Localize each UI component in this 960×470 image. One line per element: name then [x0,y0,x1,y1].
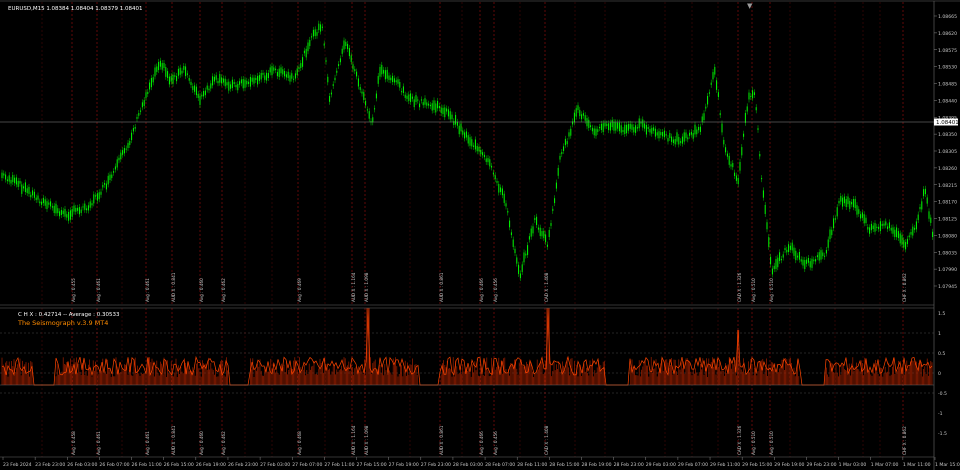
event-label-bottom: Avg : 0.460 [199,431,204,455]
time-axis-label: 27 Feb 11:00 [324,462,354,468]
price-axis-label: 1.08080 [938,233,957,239]
time-axis-label: 29 Feb 15:00 [742,462,772,468]
indicator-level-label: 1 [938,331,941,337]
event-label-top: Avg : 0.456 [493,278,498,302]
time-axis-label: 27 Feb 03:00 [260,462,290,468]
indicator-level-label: -0.5 [938,391,947,397]
time-axis-label: 27 Feb 07:00 [292,462,322,468]
seismograph-histogram [0,307,934,386]
price-axis-label: 1.08575 [938,48,957,54]
event-label-bottom: Avg : 0.461 [96,431,101,455]
price-axis-label: 1.08215 [938,183,957,189]
indicator-level-label: -1 [938,411,943,417]
event-label-bottom: AUD X : 1.098 [364,425,369,455]
current-price-label: 1.08401 [936,120,959,126]
event-label-top: Avg : 0.461 [145,278,150,302]
indicator-level-label: 0 [938,371,941,377]
event-label-top: AUD X : 1.098 [364,272,369,302]
time-axis-label: 26 Feb 03:00 [67,462,97,468]
event-label-bottom: Avg : 0.510 [769,431,774,455]
trading-chart[interactable]: Avg : 0.455 Avg : 0.458 Avg : 0.461 Avg : 0… [0,0,960,470]
time-axis-label: 26 Feb 11:00 [132,462,162,468]
event-label-top: CAD X : 1.326 [737,272,742,302]
indicator-title: The Seismograph v.3.9 MT4 [17,319,108,327]
time-axis-label: 28 Feb 23:00 [614,462,644,468]
event-label-bottom: Avg : 0.458 [71,431,76,455]
indicator-header: C H X : 0.42714 -- Average : 0.30533 [18,312,120,318]
price-axis-label: 1.08620 [938,31,957,37]
price-axis-label: 1.08485 [938,82,957,88]
time-axis-label: 27 Feb 19:00 [389,462,419,468]
time-axis-label: 28 Feb 03:00 [453,462,483,468]
event-label-top: CHF X : 0.862 [902,273,907,302]
time-axis-label: 27 Feb 15:00 [357,462,387,468]
event-label-top: Avg : 0.462 [221,278,226,302]
indicator-level-label: 0.5 [938,351,945,357]
time-axis-label: 29 Feb 11:00 [710,462,740,468]
price-axis-label: 1.08170 [938,200,957,206]
event-label-top: Avg : 0.455 [71,278,76,302]
price-axis-label: 1.08440 [938,98,957,104]
event-label-bottom: CAD X : 1.408 [544,425,549,455]
price-axis-label: 1.07990 [938,267,957,273]
time-axis-label: 29 Feb 23:00 [806,462,836,468]
shift-marker-icon[interactable]: ▼ [747,2,753,10]
event-label-top: AUD X : 0.841 [171,272,176,302]
event-label-top: CAD X : 1.408 [544,272,549,302]
event-label-top: Avg : 0.510 [751,278,756,302]
event-label-top: Avg : 0.461 [96,278,101,302]
event-label-bottom: AUD X : 1.164 [351,425,356,455]
time-axis-label: 28 Feb 19:00 [581,462,611,468]
price-axis-label: 1.07945 [938,284,957,290]
event-label-top: Avg : 0.460 [199,278,204,302]
event-label-top: AUD X : 0.861 [439,272,444,302]
event-label-top: AUD X : 1.164 [351,272,356,302]
indicator-level-label: 1.5 [938,311,945,317]
event-label-bottom: Avg : 0.461 [145,431,150,455]
price-axis-label: 1.08305 [938,149,957,155]
time-axis-label: 28 Feb 11:00 [517,462,547,468]
event-label-top: Avg : 0.510 [769,278,774,302]
time-axis-label: 1 Mar 15:00 [935,462,960,468]
price-axis-label: 1.08035 [938,250,957,256]
time-axis-label: 27 Feb 23:00 [421,462,451,468]
event-label-bottom: Avg : 0.466 [479,431,484,455]
price-axis-label: 1.08125 [938,217,957,223]
event-label-top: Avg : 0.466 [479,278,484,302]
time-axis-label: 1 Mar 07:00 [871,462,899,468]
time-axis-label: 1 Mar 11:00 [903,462,931,468]
time-axis-label: 23 Feb 2024 [3,462,32,468]
time-axis-label: 29 Feb 07:00 [678,462,708,468]
price-axis-label: 1.08350 [938,132,957,138]
time-axis-label: 29 Feb 03:00 [646,462,676,468]
event-label-top: Avg : 0.469 [297,278,302,302]
event-label-bottom: AUD X : 0.861 [439,425,444,455]
price-candles [1,20,934,282]
price-axis-label: 1.08530 [938,65,957,71]
time-axis-label: 1 Mar 03:00 [839,462,867,468]
price-axis-label: 1.08260 [938,166,957,172]
time-axis-label: 26 Feb 07:00 [99,462,129,468]
event-label-bottom: Avg : 0.510 [751,431,756,455]
event-label-bottom: Avg : 0.468 [297,431,302,455]
event-label-bottom: CAD X : 1.326 [737,425,742,455]
time-axis-label: 26 Feb 15:00 [164,462,194,468]
symbol-info: EURUSD,M15 1.08384 1.08404 1.08379 1.084… [8,6,143,12]
time-axis-label: 28 Feb 15:00 [549,462,579,468]
time-axis-label: 28 Feb 07:00 [485,462,515,468]
event-lines: Avg : 0.455 Avg : 0.458 Avg : 0.461 Avg : 0… [41,2,907,457]
price-axis-label: 1.08665 [938,14,957,20]
event-label-bottom: CHF X : 0.862 [902,426,907,455]
time-axis-label: 26 Feb 19:00 [196,462,226,468]
event-label-bottom: AUD X : 0.841 [171,425,176,455]
indicator-level-label: -1.5 [938,431,947,437]
time-axis-label: 26 Feb 23:00 [228,462,258,468]
time-axis-label: 29 Feb 19:00 [774,462,804,468]
time-axis-label: 23 Feb 23:00 [35,462,65,468]
event-label-bottom: Avg : 0.462 [221,431,226,455]
event-label-bottom: Avg : 0.456 [493,431,498,455]
